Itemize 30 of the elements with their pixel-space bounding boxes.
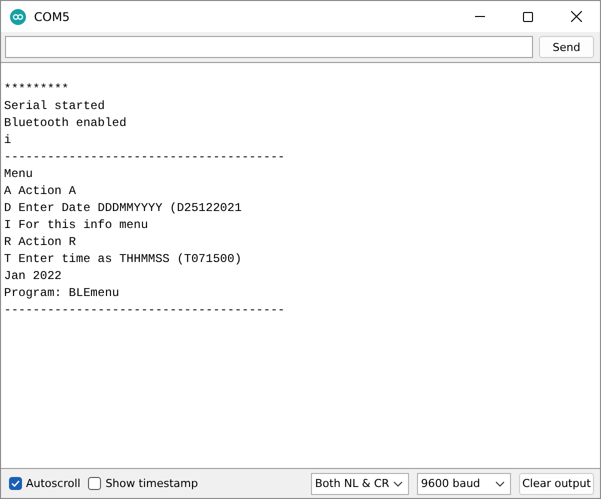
output-line: ********* — [4, 81, 69, 98]
maximize-icon — [523, 12, 533, 22]
output-line: Menu — [4, 166, 33, 183]
checkbox[interactable] — [9, 477, 22, 490]
caret-icon — [495, 480, 505, 486]
output-line: T Enter time as THHMMSS (T071500) — [4, 251, 242, 268]
window-title: COM5 — [34, 10, 71, 24]
output-line: --------------------------------------- — [4, 149, 285, 166]
close-icon — [570, 11, 582, 22]
output-line: R Action R — [4, 234, 76, 251]
output-line: --------------------------------------- — [4, 302, 285, 319]
output-line: Bluetooth enabled — [4, 115, 126, 132]
checkbox[interactable] — [88, 477, 102, 490]
checkbox-label: Show timestamp — [105, 477, 198, 490]
send-button[interactable]: Send — [539, 36, 594, 58]
minimize-icon — [475, 16, 485, 17]
caret-icon — [393, 480, 403, 486]
app-logo-icon — [10, 8, 26, 24]
clear-output-button[interactable]: Clear output — [519, 472, 594, 494]
line-ending-dropdown[interactable]: Both NL & CR — [311, 472, 409, 494]
baud-rate-dropdown[interactable]: 9600 baud — [417, 472, 511, 494]
output-line: D Enter Date DDDMMYYYY (D25122021 — [4, 200, 242, 217]
output-line: Serial started — [4, 98, 105, 115]
output-line: i — [4, 132, 12, 149]
output-line: I For this info menu — [4, 217, 148, 234]
output-line: Program: BLEmenu — [4, 285, 120, 302]
message-input-field[interactable] — [5, 36, 533, 58]
output-line: A Action A — [4, 183, 76, 200]
output-line: Jan 2022 — [4, 268, 62, 285]
checkbox-label: Autoscroll — [26, 477, 80, 490]
